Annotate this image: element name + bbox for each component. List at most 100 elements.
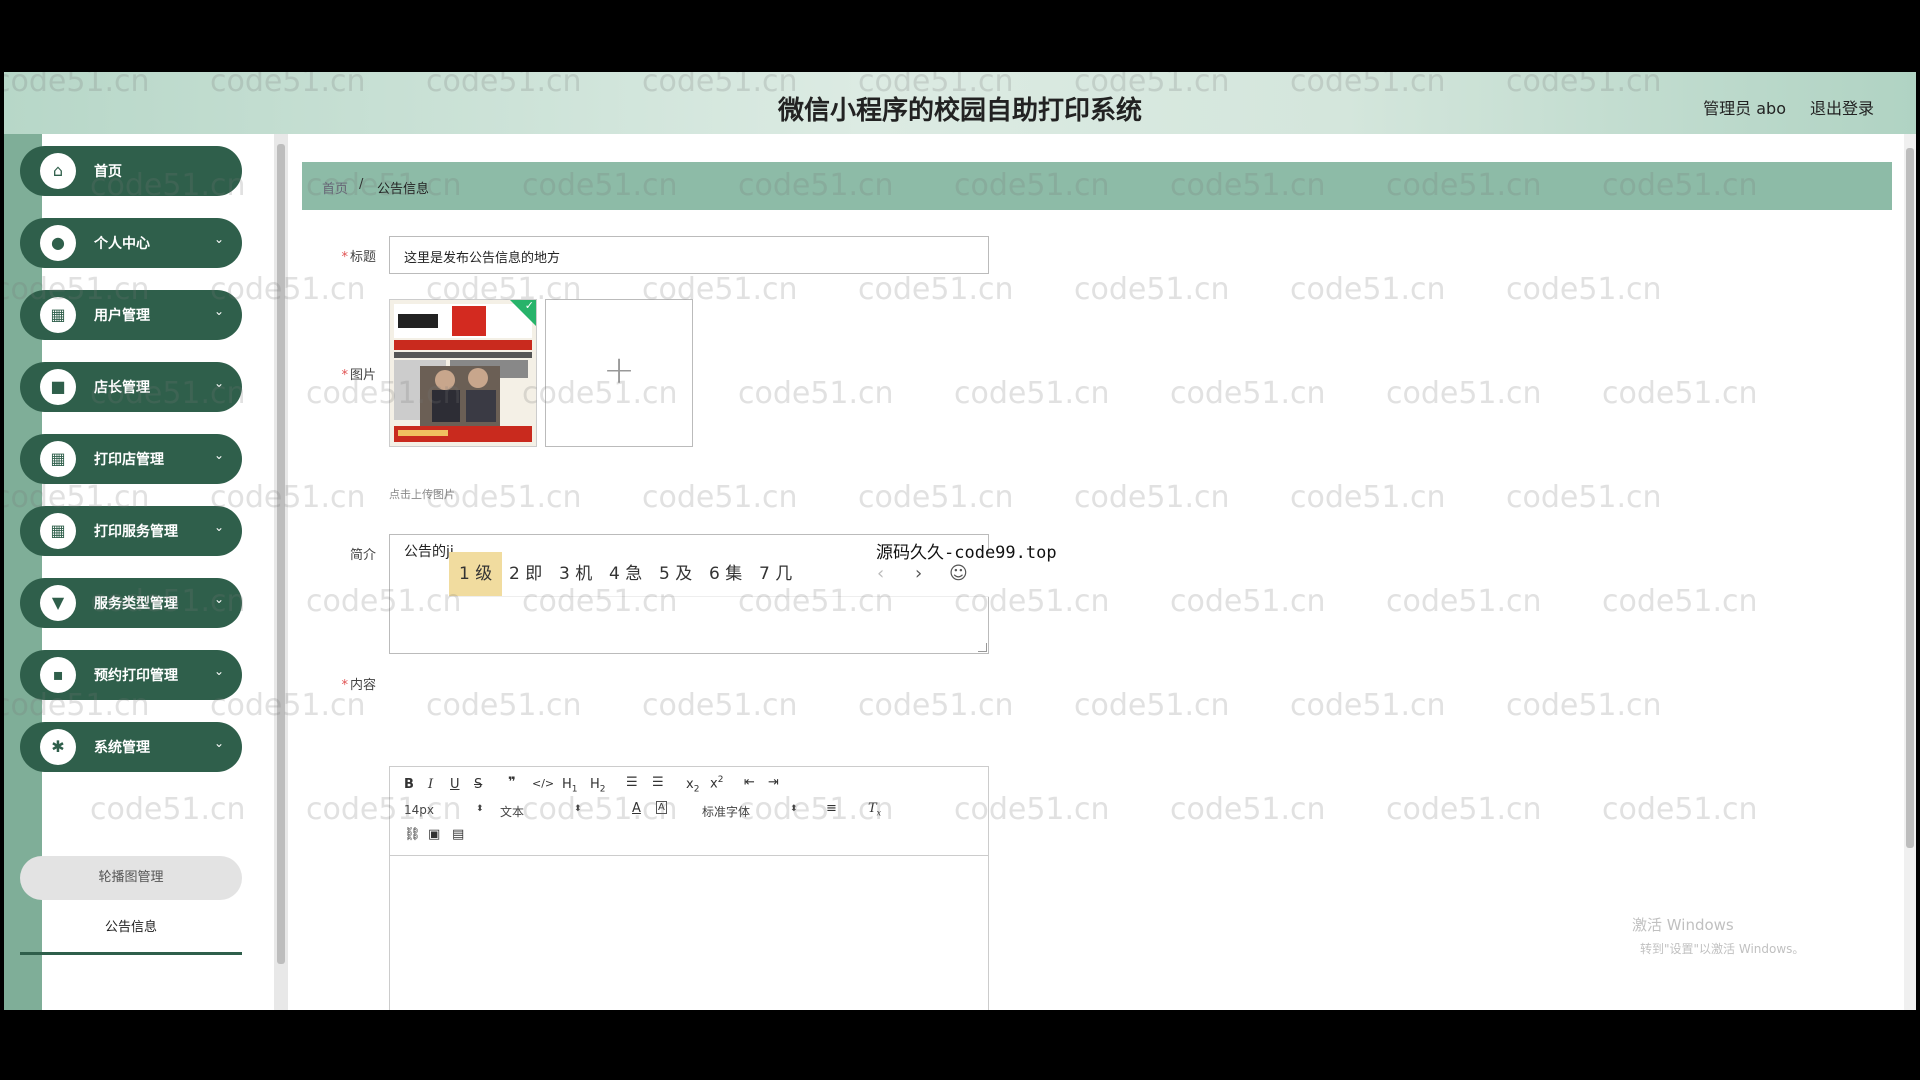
main-scrollbar[interactable] (1904, 134, 1916, 1010)
quote-icon[interactable]: ❞ (508, 775, 516, 790)
grid-icon: ▦ (50, 449, 66, 468)
select-arrows-icon: ⬍ (574, 804, 582, 814)
sidebar-icon-circle: ✱ (40, 729, 76, 765)
bold-button[interactable]: B (404, 777, 414, 792)
breadcrumb-current: 公告信息 (377, 182, 430, 197)
sidebar-item-label: 打印店管理 (94, 452, 164, 468)
chevron-down-icon: ⌄ (213, 736, 224, 750)
select-arrows-icon: ⬍ (790, 804, 798, 814)
image-icon[interactable]: ▣ (428, 827, 440, 842)
editor-toolbar: B I U S ❞ </> H1 H2 ☰ ☰ x2 x2 ⇤ ⇥ 14px ⬍ … (390, 767, 988, 856)
font-color-icon[interactable]: A (632, 801, 641, 816)
sidebar-subitem-notice[interactable]: 公告信息 (20, 906, 242, 955)
title-label: * 标题 (341, 250, 376, 265)
sidebar-icon-circle: ■ (40, 369, 76, 405)
ime-source-label: 源码久久-code99.top (876, 543, 1057, 563)
italic-button[interactable]: I (428, 777, 433, 792)
sidebar-icon-circle: ▪ (40, 657, 76, 693)
sidebar-icon-circle: ▦ (40, 441, 76, 477)
sidebar-item-label: 店长管理 (94, 380, 150, 396)
ime-candidate[interactable]: 2 即 (499, 552, 552, 596)
outdent-icon[interactable]: ⇤ (744, 775, 755, 790)
sidebar-item-7[interactable]: ▪ 预约打印管理 ⌄ (20, 650, 242, 700)
sidebar-item-label: 打印服务管理 (94, 524, 178, 540)
user-icon: ● (51, 233, 65, 252)
content-label: * 内容 (341, 678, 376, 693)
font-size-select[interactable]: 14px ⬍ (404, 803, 484, 817)
plus-icon: + (603, 348, 635, 392)
chevron-down-icon: ⌄ (213, 592, 224, 606)
video-icon[interactable]: ▤ (452, 827, 464, 842)
font-family-select[interactable]: 标准字体 ⬍ (702, 803, 798, 820)
sidebar-item-4[interactable]: ▦ 打印店管理 ⌄ (20, 434, 242, 484)
rich-text-editor[interactable]: B I U S ❞ </> H1 H2 ☰ ☰ x2 x2 ⇤ ⇥ 14px ⬍ … (389, 766, 989, 1010)
logout-link[interactable]: 退出登录 (1810, 95, 1874, 119)
sidebar-item-5[interactable]: ▦ 打印服务管理 ⌄ (20, 506, 242, 556)
sidebar-subitem-carousel[interactable]: 轮播图管理 (20, 856, 242, 900)
strike-button[interactable]: S (474, 777, 482, 792)
breadcrumb: 首页 / 公告信息 (302, 162, 1892, 210)
briefcase-icon: ■ (50, 377, 66, 396)
sidebar-icon-circle: ▼ (40, 585, 76, 621)
clear-format-icon[interactable]: Tx (868, 801, 881, 818)
ime-candidate[interactable]: 1 级 (449, 552, 503, 596)
underline-button[interactable]: U (450, 777, 460, 792)
superscript-button[interactable]: x2 (710, 775, 723, 791)
breadcrumb-home[interactable]: 首页 (322, 178, 348, 197)
chevron-down-icon: ⌄ (213, 376, 224, 390)
background-color-icon[interactable]: A (656, 801, 667, 814)
header2-button[interactable]: H2 (590, 777, 606, 795)
windows-activation-hint: 转到"设置"以激活 Windows。 (1640, 942, 1805, 956)
subscript-button[interactable]: x2 (686, 777, 699, 795)
intro-label: 简介 (349, 548, 376, 563)
ime-candidate[interactable]: 3 机 (549, 552, 602, 596)
top-header: 微信小程序的校园自助打印系统 管理员 abo 退出登录 (4, 72, 1916, 134)
title-input[interactable]: 这里是发布公告信息的地方 (389, 236, 989, 274)
sidebar-scrollbar[interactable] (274, 134, 288, 1010)
sidebar-icon-circle: ⌂ (40, 153, 76, 189)
sidebar-item-0[interactable]: ⌂ 首页 (20, 146, 242, 196)
sidebar-item-1[interactable]: ● 个人中心 ⌄ (20, 218, 242, 268)
image-upload-button[interactable]: + (545, 299, 693, 447)
upload-tip: 点击上传图片 (389, 488, 455, 501)
app-title: 微信小程序的校园自助打印系统 (777, 96, 1142, 126)
header1-button[interactable]: H1 (562, 777, 578, 795)
chevron-down-icon: ⌄ (213, 232, 224, 246)
ime-candidate[interactable]: 5 及 (649, 552, 702, 596)
code-icon[interactable]: </> (532, 777, 554, 790)
sidebar-icon-circle: ▦ (40, 297, 76, 333)
intro-textarea-value: 公告的jj (404, 544, 454, 560)
sidebar-item-6[interactable]: ▼ 服务类型管理 ⌄ (20, 578, 242, 628)
breadcrumb-separator: / (359, 177, 364, 192)
sidebar-item-3[interactable]: ■ 店长管理 ⌄ (20, 362, 242, 412)
align-icon[interactable]: ≡ (826, 801, 837, 816)
chevron-down-icon: ⌄ (213, 304, 224, 318)
sidebar-item-label: 个人中心 (94, 236, 150, 252)
sidebar: ⌂ 首页 ● 个人中心 ⌄ ▦ 用户管理 ⌄ ■ 店长管理 ⌄ ▦ 打印店管理 ⌄ ▦ 打印服务管理 ⌄ ▼ 服务类… (4, 134, 274, 1010)
ordered-list-icon[interactable]: ☰ (626, 775, 638, 790)
chevron-down-icon: ⌄ (213, 448, 224, 462)
ime-candidate[interactable]: 7 几 (749, 552, 802, 596)
ime-candidate[interactable]: 6 集 (699, 552, 752, 596)
current-user: 管理员 abo (1703, 99, 1786, 118)
settings-icon: ✱ (51, 737, 65, 756)
sidebar-item-label: 系统管理 (94, 740, 150, 756)
block-format-select[interactable]: 文本 ⬍ (500, 803, 582, 820)
link-icon[interactable]: ⛓ (404, 827, 421, 842)
sidebar-item-2[interactable]: ▦ 用户管理 ⌄ (20, 290, 242, 340)
uploaded-image-thumbnail[interactable]: ✓ (389, 299, 537, 447)
title-input-value: 这里是发布公告信息的地方 (404, 251, 561, 266)
camera-icon: ▪ (52, 665, 64, 684)
chevron-down-icon: ⌄ (213, 520, 224, 534)
image-label: * 图片 (341, 368, 376, 383)
ime-candidate[interactable]: 4 急 (599, 552, 652, 596)
indent-icon[interactable]: ⇥ (768, 775, 779, 790)
windows-activation-title: 激活 Windows (1632, 916, 1734, 934)
resize-handle[interactable] (978, 643, 987, 652)
sidebar-item-8[interactable]: ✱ 系统管理 ⌄ (20, 722, 242, 772)
sidebar-icon-circle: ▦ (40, 513, 76, 549)
sidebar-item-label: 服务类型管理 (94, 596, 178, 612)
sidebar-item-label: 预约打印管理 (94, 668, 178, 684)
bullet-list-icon[interactable]: ☰ (652, 775, 664, 790)
sidebar-item-label: 首页 (94, 164, 122, 180)
